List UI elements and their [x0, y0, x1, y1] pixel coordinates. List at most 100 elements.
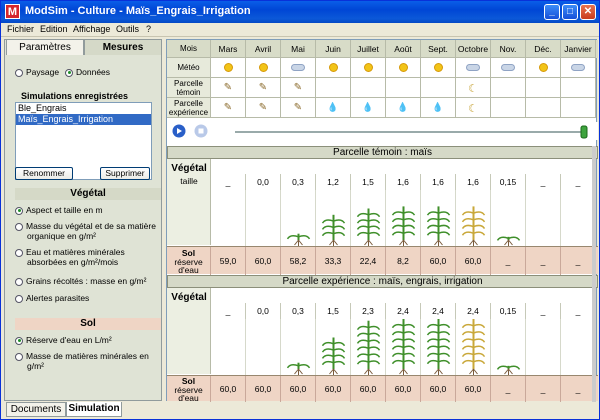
- meteo-cell: [421, 58, 456, 78]
- radio-masse-minerale[interactable]: [15, 352, 23, 361]
- experience-cell: ✎: [211, 98, 246, 118]
- vegetal-option-eau[interactable]: Eau et matières minérales absorbées en g…: [15, 247, 160, 267]
- radio-donnees[interactable]: [65, 68, 73, 77]
- plant-cell: [316, 190, 351, 248]
- sol-option-reserve[interactable]: Réserve d'eau en L/m²: [15, 335, 160, 345]
- reserve-label: Réserve d'eau en L/m²: [26, 335, 112, 345]
- plant-cell: [211, 190, 246, 248]
- view-option-donnees[interactable]: Données: [65, 67, 110, 77]
- menu-outils[interactable]: Outils: [116, 24, 139, 34]
- plant-cell: [456, 190, 491, 248]
- timeline-slider-thumb[interactable]: [579, 123, 589, 139]
- tool-icon: ✎: [293, 102, 303, 113]
- plant-cell: [561, 190, 596, 248]
- meteo-cell: [281, 58, 316, 78]
- radio-masse[interactable]: [15, 222, 23, 231]
- size-value: 0,3: [281, 174, 316, 190]
- tab-parametres[interactable]: Paramètres: [6, 39, 84, 55]
- size-value: 1,6: [456, 174, 491, 190]
- delete-button[interactable]: Supprimer: [100, 167, 150, 180]
- size-value: 0,0: [246, 174, 281, 190]
- water-reserve-value: _: [526, 376, 561, 402]
- app-window: M ModSim - Culture - Maïs_Engrais_Irriga…: [0, 0, 600, 420]
- vegetal-option-grains[interactable]: Grains récoltés : masse en g/m²: [15, 276, 160, 286]
- radio-paysage[interactable]: [15, 68, 23, 77]
- size-value: 0,15: [491, 174, 526, 190]
- experience-cell: [491, 98, 526, 118]
- plant-cell: [386, 190, 421, 248]
- month-header: Mars: [211, 40, 246, 58]
- plant-icon: [461, 319, 486, 375]
- play-icon[interactable]: [172, 124, 186, 138]
- row-label-experience: Parcelle expérience: [167, 98, 211, 118]
- harvest-icon: ☾: [468, 83, 478, 95]
- eau-label: Eau et matières minérales absorbées en g…: [26, 247, 125, 267]
- radio-alertes[interactable]: [15, 294, 23, 303]
- plant-cell: [526, 319, 561, 377]
- vegetal-option-aspect[interactable]: Aspect et taille en m: [15, 205, 160, 215]
- plant-cell: [211, 319, 246, 377]
- menu-help[interactable]: ?: [146, 24, 151, 34]
- temoin-cell: ☾: [456, 78, 491, 98]
- temoin-cell: [526, 78, 561, 98]
- cloud-icon: [466, 64, 480, 71]
- radio-reserve[interactable]: [15, 336, 23, 345]
- radio-aspect[interactable]: [15, 206, 23, 215]
- month-header: Nov.: [491, 40, 526, 58]
- rename-button[interactable]: Renommer: [15, 167, 73, 180]
- menu-edition[interactable]: Edition: [40, 24, 68, 34]
- water-reserve-value: 33,3: [316, 247, 351, 275]
- water-reserve-value: 60,0: [246, 376, 281, 402]
- cloud-icon: [291, 64, 305, 71]
- size-value: _: [526, 174, 561, 190]
- temoin-soil-row: Sol réserve d'eau 59,0 60,0 58,2 33,3 22,4 8,2…: [167, 246, 598, 275]
- temoin-cell: [421, 78, 456, 98]
- list-item[interactable]: Maïs_Engrais_Irrigation: [16, 114, 151, 125]
- experience-cell: [561, 98, 596, 118]
- experience-cell: ✎: [246, 98, 281, 118]
- masse-label: Masse du végétal et de sa matière organi…: [26, 221, 156, 241]
- water-reserve-value: 60,0: [456, 247, 491, 275]
- left-panel: Paramètres Mesures Paysage Données Simul…: [4, 39, 162, 401]
- tab-documents[interactable]: Documents: [6, 402, 66, 417]
- radio-grains[interactable]: [15, 277, 23, 286]
- experience-cell: 💧: [386, 98, 421, 118]
- soil-label-cell: Sol réserve d'eau: [167, 247, 211, 275]
- plant-cell: [526, 190, 561, 248]
- water-drop-icon: 💧: [327, 102, 339, 112]
- sol-option-masse-minerale[interactable]: Masse de matières minérales en g/m²: [15, 351, 160, 371]
- plant-icon: [321, 214, 346, 246]
- stop-icon[interactable]: [194, 124, 208, 138]
- meteo-cell: [456, 58, 491, 78]
- close-button[interactable]: ✕: [580, 4, 596, 20]
- vegetal-option-alertes[interactable]: Alertes parasites: [15, 293, 160, 303]
- water-reserve-value: 60,0: [316, 376, 351, 402]
- plant-icon: [356, 320, 381, 375]
- tab-mesures[interactable]: Mesures: [84, 39, 162, 55]
- tab-simulation[interactable]: Simulation: [66, 402, 122, 417]
- sun-icon: [363, 63, 373, 72]
- plant-icon: [496, 365, 521, 375]
- menu-affichage[interactable]: Affichage: [73, 24, 110, 34]
- radio-eau[interactable]: [15, 248, 23, 257]
- taille-label: taille: [180, 176, 198, 186]
- plant-cell: [246, 319, 281, 377]
- donnees-label: Données: [76, 67, 111, 77]
- title-bar[interactable]: M ModSim - Culture - Maïs_Engrais_Irriga…: [1, 1, 599, 23]
- plant-cell: [456, 319, 491, 377]
- water-reserve-value: 60,0: [211, 376, 246, 402]
- timeline-slider-track[interactable]: [235, 131, 585, 133]
- water-drop-icon: 💧: [362, 102, 374, 112]
- month-header: Janvier: [561, 40, 596, 58]
- plant-icon: [426, 206, 451, 246]
- minimize-button[interactable]: _: [544, 4, 560, 20]
- vertical-scrollbar[interactable]: [592, 146, 596, 402]
- soil-label-cell: Sol réserve d'eau: [167, 376, 211, 402]
- menu-fichier[interactable]: Fichier: [7, 24, 34, 34]
- view-option-paysage[interactable]: Paysage: [15, 67, 59, 77]
- list-item[interactable]: Ble_Engrais: [16, 103, 151, 114]
- month-header: Mai: [281, 40, 316, 58]
- vegetal-option-masse[interactable]: Masse du végétal et de sa matière organi…: [15, 221, 160, 241]
- water-reserve-value: 8,2: [386, 247, 421, 275]
- maximize-button[interactable]: □: [562, 4, 578, 20]
